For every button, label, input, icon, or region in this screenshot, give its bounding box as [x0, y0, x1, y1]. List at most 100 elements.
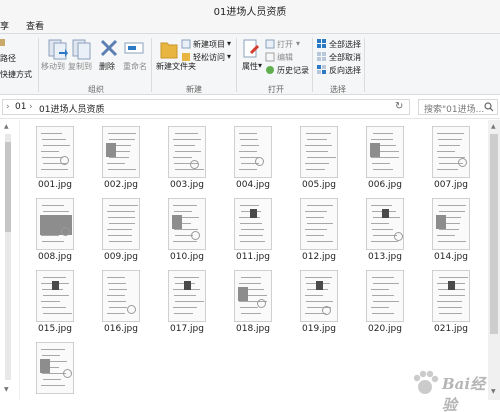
properties-dropdown[interactable]: ▾: [258, 61, 262, 70]
file-item[interactable]: 005.jpg: [286, 122, 352, 194]
file-item[interactable]: 006.jpg: [352, 122, 418, 194]
thumbnail-text-line: [108, 217, 135, 218]
thumbnail-text-line: [43, 277, 66, 278]
file-thumbnail: [102, 270, 140, 322]
select-all-button[interactable]: 全部选择: [329, 39, 361, 50]
scroll-up-arrow[interactable]: ▲: [491, 123, 496, 130]
thumbnail-text-line: [439, 211, 465, 212]
file-item[interactable]: 021.jpg: [418, 266, 484, 338]
file-item[interactable]: 010.jpg: [154, 194, 220, 266]
thumbnail-text-line: [371, 157, 399, 158]
thumbnail-text-line: [307, 139, 327, 140]
easy-access-icon: [182, 53, 190, 61]
file-item[interactable]: 012.jpg: [286, 194, 352, 266]
thumbnail-text-line: [438, 307, 462, 308]
file-item[interactable]: 015.jpg: [22, 266, 88, 338]
file-item[interactable]: 009.jpg: [88, 194, 154, 266]
history-button[interactable]: 历史记录: [277, 65, 309, 76]
delete-button[interactable]: 删除: [99, 61, 115, 72]
invert-selection-button[interactable]: 反向选择: [329, 65, 361, 76]
file-name: 003.jpg: [170, 180, 204, 190]
scroll-up-arrow[interactable]: ▲: [4, 123, 9, 130]
properties-button[interactable]: 属性: [242, 61, 258, 72]
content-scroll-thumb[interactable]: [490, 134, 498, 334]
easy-access-button[interactable]: 轻松访问: [193, 52, 225, 63]
copy-to-button[interactable]: 复制到: [68, 61, 92, 72]
thumbnail-text-line: [43, 145, 70, 146]
breadcrumb-current-folder[interactable]: 01进场人员资质: [39, 102, 104, 115]
search-placeholder: 搜索"01进场...: [424, 105, 485, 115]
copy-path-button[interactable]: 路径: [0, 53, 16, 64]
file-item[interactable]: 018.jpg: [220, 266, 286, 338]
edit-button[interactable]: 编辑: [277, 52, 293, 63]
move-to-button[interactable]: 移动到: [41, 61, 65, 72]
invert-selection-icon: [317, 65, 326, 74]
history-icon: [266, 66, 274, 74]
thumbnail-text-line: [240, 223, 262, 224]
thumbnail-text-line: [438, 205, 466, 206]
address-bar[interactable]: › 01 › 01进场人员资质 ↻: [2, 99, 410, 115]
thumbnail-text-line: [41, 151, 59, 152]
thumbnail-text-line: [107, 313, 125, 314]
open-button[interactable]: 打开: [277, 39, 293, 50]
scroll-down-arrow[interactable]: ▼: [4, 386, 9, 393]
paste-shortcut-button[interactable]: 快捷方式: [0, 69, 32, 80]
thumbnail-text-line: [306, 235, 324, 236]
content-scrollbar[interactable]: ▲ ▼: [488, 120, 500, 400]
file-name: 005.jpg: [302, 180, 336, 190]
nav-scroll-thumb[interactable]: [5, 142, 11, 232]
thumbnail-text-line: [307, 223, 333, 224]
minimize-button[interactable]: [416, 0, 444, 16]
thumbnail-text-line: [305, 163, 329, 164]
file-name: 002.jpg: [104, 180, 138, 190]
file-item[interactable]: 007.jpg: [418, 122, 484, 194]
thumbnail-text-line: [42, 307, 66, 308]
file-item[interactable]: 001.jpg: [22, 122, 88, 194]
thumbnail-text-line: [306, 169, 325, 170]
new-folder-button[interactable]: 新建文件夹: [156, 61, 196, 72]
close-button[interactable]: [472, 0, 500, 16]
tab-view[interactable]: 查看: [26, 19, 44, 32]
breadcrumb-01[interactable]: 01: [15, 102, 26, 112]
file-item[interactable]: 020.jpg: [352, 266, 418, 338]
file-item[interactable]: 011.jpg: [220, 194, 286, 266]
thumbnail-text-line: [108, 235, 132, 236]
tab-share[interactable]: 享: [0, 19, 9, 32]
thumbnail-photo: [448, 281, 455, 290]
file-item[interactable]: 013.jpg: [352, 194, 418, 266]
thumbnail-dark-region: [238, 287, 248, 301]
thumbnail-text-line: [175, 133, 198, 134]
file-name: 012.jpg: [302, 252, 336, 262]
thumbnail-text-line: [174, 211, 192, 212]
file-thumbnail: [168, 270, 206, 322]
easy-access-dropdown[interactable]: ▾: [227, 52, 231, 61]
thumbnail-text-line: [173, 205, 197, 206]
file-thumbnail: [234, 126, 272, 178]
file-thumbnail: [36, 270, 74, 322]
thumbnail-text-line: [107, 163, 125, 164]
thumbnail-text-line: [306, 133, 331, 134]
file-item[interactable]: 008.jpg: [22, 194, 88, 266]
file-item[interactable]: 003.jpg: [154, 122, 220, 194]
maximize-button[interactable]: [444, 0, 472, 16]
select-none-button[interactable]: 全部取消: [329, 52, 361, 63]
thumbnail-text-line: [307, 157, 336, 158]
file-item[interactable]: [22, 338, 88, 400]
file-item[interactable]: 017.jpg: [154, 266, 220, 338]
search-box[interactable]: 搜索"01进场...: [418, 99, 498, 115]
refresh-icon[interactable]: ↻: [395, 101, 407, 113]
open-dropdown[interactable]: ▾: [296, 39, 300, 48]
new-item-dropdown[interactable]: ▾: [227, 39, 231, 48]
file-item[interactable]: 014.jpg: [418, 194, 484, 266]
thumbnail-text-line: [372, 229, 393, 230]
file-item[interactable]: 016.jpg: [88, 266, 154, 338]
file-thumbnail: [168, 126, 206, 178]
file-item[interactable]: 019.jpg: [286, 266, 352, 338]
thumbnail-text-line: [437, 301, 462, 302]
new-item-button[interactable]: 新建项目: [193, 39, 225, 50]
organize-group-label: 组织: [88, 85, 104, 94]
file-item[interactable]: 004.jpg: [220, 122, 286, 194]
rename-button[interactable]: 重命名: [123, 61, 147, 72]
file-item[interactable]: 002.jpg: [88, 122, 154, 194]
thumbnail-text-line: [173, 241, 197, 242]
